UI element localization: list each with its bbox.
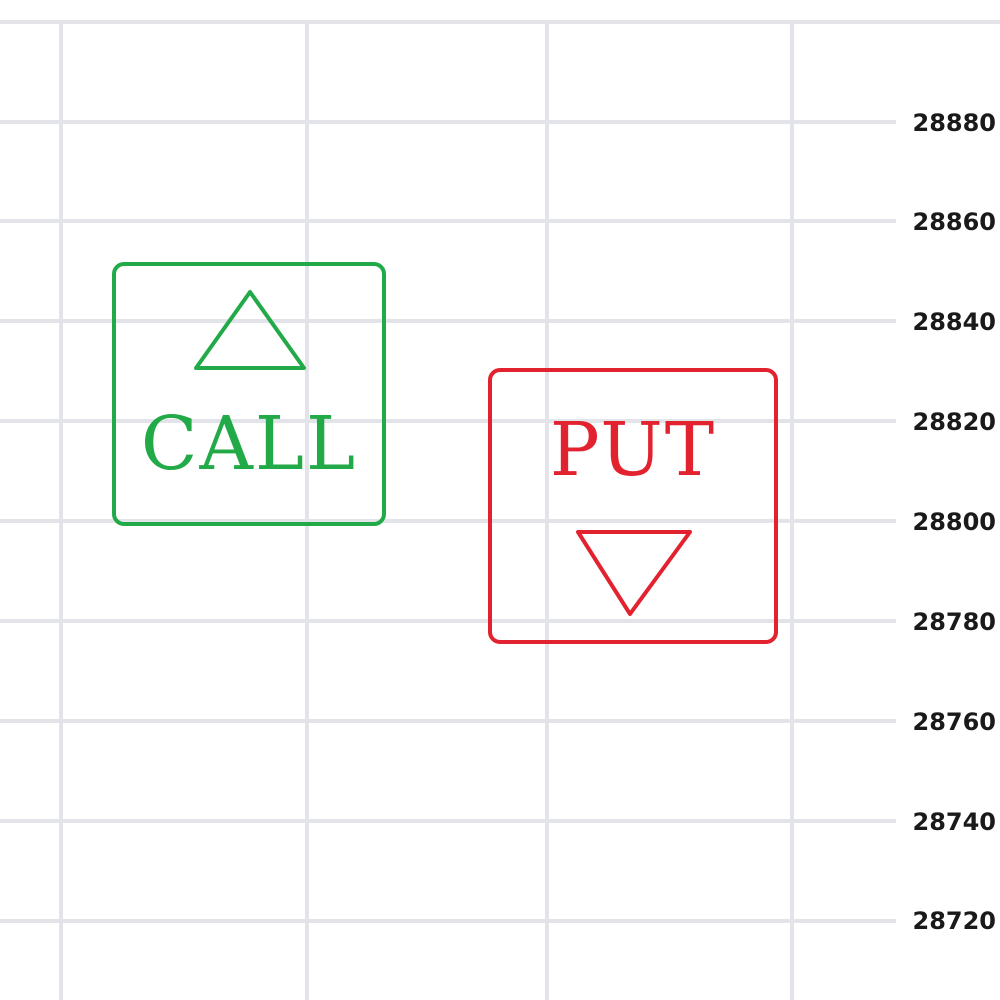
price-axis-label: 28820: [896, 407, 1000, 437]
price-axis-label: 28880: [896, 108, 1000, 138]
put-button-label: PUT: [549, 407, 717, 493]
down-triangle-icon: [576, 530, 692, 616]
price-axis-label: 28840: [896, 307, 1000, 337]
call-button[interactable]: CALL: [112, 262, 386, 526]
price-axis-label: 28760: [896, 707, 1000, 737]
price-axis-label: 28720: [896, 906, 1000, 936]
price-axis-label: 28740: [896, 807, 1000, 837]
price-axis-label: 28860: [896, 207, 1000, 237]
price-axis-label: 28780: [896, 607, 1000, 637]
put-button[interactable]: PUT: [488, 368, 778, 644]
up-triangle-icon: [194, 290, 306, 370]
call-button-label: CALL: [140, 401, 358, 487]
price-axis-label: 28800: [896, 507, 1000, 537]
